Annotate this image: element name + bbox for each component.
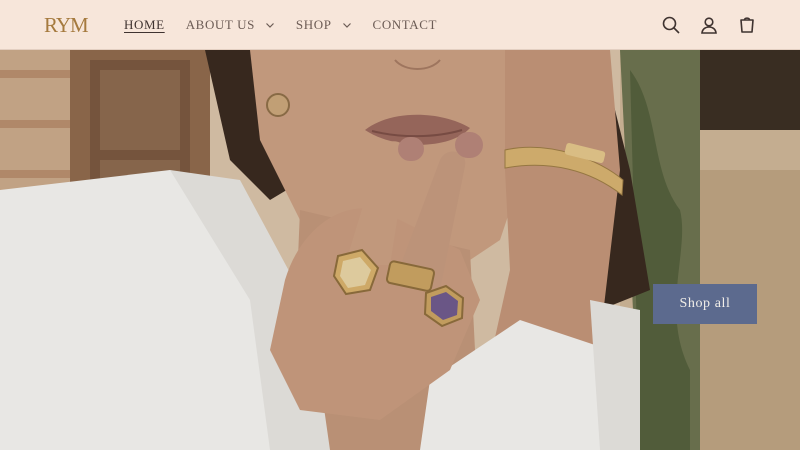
nav-item-shop[interactable]: SHOP — [296, 17, 352, 33]
site-header: RYM HOME ABOUT US SHOP CONTACT — [0, 0, 800, 50]
nav-item-about-us[interactable]: ABOUT US — [186, 17, 275, 33]
nav-item-about-us-label: ABOUT US — [185, 17, 255, 32]
shop-all-button[interactable]: Shop all — [653, 284, 757, 324]
brand-logo[interactable]: RYM — [44, 12, 89, 38]
account-icon[interactable] — [696, 12, 722, 38]
search-icon[interactable] — [658, 12, 684, 38]
header-icons — [646, 12, 760, 38]
nav-item-home[interactable]: HOME — [124, 17, 165, 33]
nav-item-shop-label: SHOP — [295, 17, 332, 32]
nav-item-contact[interactable]: CONTACT — [373, 17, 438, 33]
main-nav: HOME ABOUT US SHOP CONTACT — [124, 0, 458, 50]
nav-item-home-label: HOME — [124, 17, 165, 32]
cart-icon[interactable] — [734, 12, 760, 38]
chevron-down-icon — [265, 20, 275, 30]
hero-banner: Shop all — [0, 50, 800, 450]
nav-item-contact-label: CONTACT — [372, 17, 438, 32]
hero-image — [0, 50, 800, 450]
chevron-down-icon — [342, 20, 352, 30]
